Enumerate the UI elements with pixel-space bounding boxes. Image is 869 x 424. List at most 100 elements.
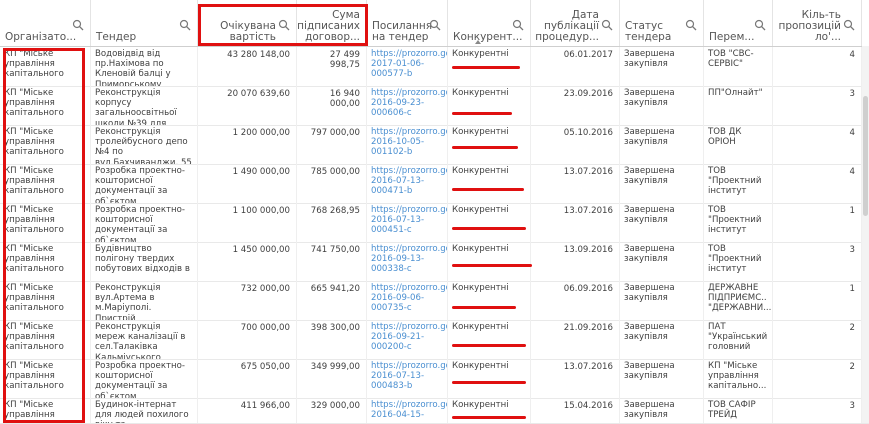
tender-link[interactable]: https://prozorro.go.. 2016-09-13-000338-… <box>367 242 448 281</box>
header-label: Статус тендера <box>625 20 672 43</box>
search-icon[interactable] <box>843 19 856 32</box>
organizer-cell: КП "Міське управління капітального <box>0 320 91 359</box>
tender-cell: Будинок-інтернат для людей похилого віку… <box>91 398 198 423</box>
header-tender[interactable]: Тендер <box>91 0 198 46</box>
competitive-cell: Конкурентні <box>448 398 531 423</box>
tender-link[interactable]: https://prozorro.go.. 2016-07-13-000483-… <box>367 359 448 398</box>
table-row[interactable]: КП "Міське управління капітального Рекон… <box>0 320 869 360</box>
table-header: Організато... Тендер Очікувана вартість … <box>0 0 869 47</box>
organizer-cell: КП "Міське управління капітального <box>0 242 91 281</box>
search-icon[interactable] <box>601 19 614 32</box>
underline-mark <box>452 264 532 267</box>
table-row[interactable]: КП "Міське управління капітального Розро… <box>0 164 869 204</box>
winner-cell: ТОВ "Проектний інститут <box>704 242 773 281</box>
table-row[interactable]: КП "Міське управління капітального Розро… <box>0 359 869 399</box>
organizer-cell: КП "Міське управління капітального <box>0 47 91 86</box>
tender-link[interactable]: https://prozorro.go.. 2016-09-06-000735-… <box>367 281 448 320</box>
search-icon[interactable] <box>754 19 767 32</box>
date-cell: 05.10.2016 <box>531 125 620 164</box>
tender-link[interactable]: https://prozorro.go.. 2016-07-13-000471-… <box>367 164 448 203</box>
header-link[interactable]: Посилання на тендер <box>367 0 448 46</box>
signed-sum-cell: 329 000,00 <box>297 398 367 423</box>
vertical-scrollbar[interactable] <box>862 46 869 423</box>
count-cell: 4 <box>773 47 862 86</box>
header-signed-sum[interactable]: Сума підписаних договор... <box>297 0 367 46</box>
table-row[interactable]: КП "Міське управління Будинок-інтернат д… <box>0 398 869 424</box>
tender-link[interactable]: https://prozorro.go.. 2016-09-21-000200-… <box>367 320 448 359</box>
tender-link[interactable]: https://prozorro.go.. 2016-09-23-000606-… <box>367 86 448 125</box>
tender-link[interactable]: https://prozorro.go.. 2017-01-06-000577-… <box>367 47 448 86</box>
table-row[interactable]: КП "Міське управління капітального Будів… <box>0 242 869 282</box>
table-row[interactable]: КП "Міське управління капітального Розро… <box>0 203 869 243</box>
status-cell: Завершена закупівля <box>620 281 704 320</box>
header-organizer[interactable]: Організато... <box>0 0 91 46</box>
scrollbar-thumb[interactable] <box>863 96 868 216</box>
tender-link[interactable]: https://prozorro.go.. 2016-07-13-000451-… <box>367 203 448 242</box>
table-row[interactable]: КП "Міське управління капітального Рекон… <box>0 125 869 165</box>
header-proposals-count[interactable]: Кіль-ть пропозицій ло'... <box>773 0 862 46</box>
winner-cell: ТОВ САФІР ТРЕЙД <box>704 398 773 423</box>
status-cell: Завершена закупівля <box>620 203 704 242</box>
table-row[interactable]: КП "Міське управління капітального Рекон… <box>0 281 869 321</box>
table-row[interactable]: КП "Міське управління капітального Рекон… <box>0 86 869 126</box>
search-icon[interactable] <box>278 19 291 32</box>
underline-mark <box>452 416 526 419</box>
date-cell: 13.07.2016 <box>531 203 620 242</box>
header-label: Перем... <box>709 31 755 43</box>
tender-cell: Розробка проектно-кошторисної документац… <box>91 359 198 398</box>
status-cell: Завершена закупівля <box>620 359 704 398</box>
winner-cell: КП "Міське управління капітально... <box>704 359 773 398</box>
winner-cell: ПАТ "Український головний <box>704 320 773 359</box>
competitive-cell: Конкурентні <box>448 242 531 281</box>
winner-cell: ДЕРЖАВНЕ ПІДПРИЄМС.. "ДЕРЖАВНИ... <box>704 281 773 320</box>
search-icon[interactable] <box>512 19 525 32</box>
table-row[interactable]: КП "Міське управління капітального Водов… <box>0 47 869 87</box>
tender-cell: Будівництво полігону твердих побутових в… <box>91 242 198 281</box>
tender-link[interactable]: https://prozorro.go.. 2016-04-15- <box>367 398 448 423</box>
search-icon[interactable] <box>429 19 442 32</box>
competitive-cell: Конкурентні <box>448 281 531 320</box>
underline-mark <box>452 306 516 309</box>
header-label: Тендер <box>96 31 137 43</box>
tender-cell: Реконструкція корпусу загальноосвітньої … <box>91 86 198 125</box>
date-cell: 21.09.2016 <box>531 320 620 359</box>
tender-cell: Реконструкція мереж каналізації в сел.Та… <box>91 320 198 359</box>
organizer-cell: КП "Міське управління капітального <box>0 203 91 242</box>
signed-sum-cell: 797 000,00 <box>297 125 367 164</box>
competitive-cell: Конкурентні <box>448 125 531 164</box>
underline-mark <box>452 381 526 384</box>
count-cell: 3 <box>773 242 862 281</box>
date-cell: 15.04.2016 <box>531 398 620 423</box>
winner-cell: ТОВ ДК ОРІОН <box>704 125 773 164</box>
signed-sum-cell: 741 750,00 <box>297 242 367 281</box>
organizer-cell: КП "Міське управління капітального <box>0 359 91 398</box>
count-cell: 3 <box>773 398 862 423</box>
organizer-cell: КП "Міське управління капітального <box>0 125 91 164</box>
search-icon[interactable] <box>685 19 698 32</box>
data-grid: Організато... Тендер Очікувана вартість … <box>0 0 869 424</box>
tender-link[interactable]: https://prozorro.go.. 2016-10-05-001102-… <box>367 125 448 164</box>
search-icon[interactable] <box>72 19 85 32</box>
competitive-cell: Конкурентні <box>448 86 531 125</box>
expected-cost-cell: 675 050,00 <box>198 359 297 398</box>
header-competitive[interactable]: Конкурент... <box>448 0 531 46</box>
search-icon[interactable] <box>179 19 192 32</box>
count-cell: 4 <box>773 125 862 164</box>
header-expected-cost[interactable]: Очікувана вартість <box>198 0 297 46</box>
header-status[interactable]: Статус тендера <box>620 0 704 46</box>
tender-cell: Водовідвід від пр.Нахімова по Кленовій б… <box>91 47 198 86</box>
competitive-cell: Конкурентні <box>448 164 531 203</box>
header-label: Дата публікації процедур... <box>535 9 599 43</box>
status-cell: Завершена закупівля <box>620 164 704 203</box>
winner-cell: ТОВ "СВС-СЕРВІС" <box>704 47 773 86</box>
count-cell: 2 <box>773 320 862 359</box>
header-publication-date[interactable]: Дата публікації процедур... <box>531 0 620 46</box>
signed-sum-cell: 665 941,20 <box>297 281 367 320</box>
signed-sum-cell: 785 000,00 <box>297 164 367 203</box>
underline-mark <box>452 227 526 230</box>
sort-ascending-icon <box>475 40 481 44</box>
header-winner[interactable]: Перем... <box>704 0 773 46</box>
expected-cost-cell: 1 100 000,00 <box>198 203 297 242</box>
header-label: Сума підписаних договор... <box>297 9 360 43</box>
date-cell: 06.09.2016 <box>531 281 620 320</box>
